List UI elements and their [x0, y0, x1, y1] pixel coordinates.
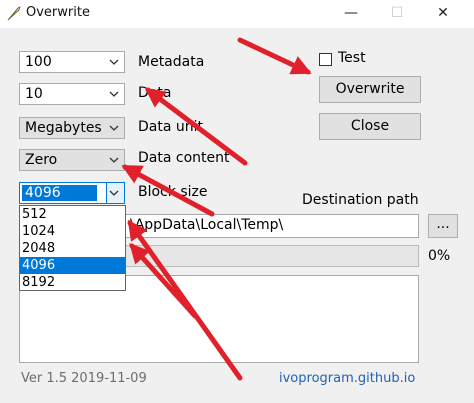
block-size-option[interactable]: 2048 [20, 240, 125, 257]
title-bar: Overwrite — ☐ ✕ [0, 0, 474, 28]
version-text: Ver 1.5 2019-11-09 [21, 371, 147, 386]
website-link[interactable]: ivoprogram.github.io [279, 371, 415, 386]
data-label: Data [138, 85, 172, 101]
test-label: Test [338, 50, 366, 66]
data-value: 10 [25, 86, 43, 102]
data-unit-value: Megabytes [25, 120, 102, 136]
window-title: Overwrite [26, 5, 90, 20]
block-size-option[interactable]: 512 [20, 206, 125, 223]
maximize-button[interactable]: ☐ [374, 0, 420, 28]
chevron-down-icon [109, 59, 119, 65]
block-size-select[interactable]: 4096 [19, 182, 125, 204]
data-content-select[interactable]: Zero [19, 149, 125, 171]
chevron-down-icon [109, 91, 119, 97]
metadata-label: Metadata [138, 54, 205, 70]
data-content-label: Data content [138, 150, 230, 166]
minimize-button[interactable]: — [328, 0, 374, 28]
data-select[interactable]: 10 [19, 83, 125, 105]
data-unit-select[interactable]: Megabytes [19, 117, 125, 139]
progress-percent: 0% [428, 248, 451, 264]
data-unit-label: Data unit [138, 119, 204, 135]
block-size-option[interactable]: 1024 [20, 223, 125, 240]
block-size-label: Block size [138, 184, 208, 200]
browse-button[interactable]: ... [428, 214, 458, 238]
close-button[interactable]: Close [319, 113, 421, 140]
metadata-value: 100 [25, 54, 52, 70]
chevron-down-icon [109, 125, 119, 131]
test-checkbox[interactable] [319, 53, 332, 66]
feather-app-icon [7, 6, 21, 21]
block-size-value: 4096 [25, 185, 61, 201]
metadata-select[interactable]: 100 [19, 51, 125, 73]
close-window-button[interactable]: ✕ [420, 0, 466, 28]
destination-path-label: Destination path [302, 192, 419, 208]
block-size-dropdown-list: 512 1024 2048 4096 8192 [19, 205, 126, 291]
overwrite-button[interactable]: Overwrite [319, 76, 421, 103]
chevron-down-icon [109, 157, 119, 163]
block-size-option[interactable]: 8192 [20, 274, 125, 291]
data-content-value: Zero [25, 152, 58, 168]
destination-path-value: \AppData\Local\Temp\ [130, 217, 284, 233]
chevron-down-icon [109, 190, 119, 196]
block-size-option[interactable]: 4096 [20, 257, 125, 274]
